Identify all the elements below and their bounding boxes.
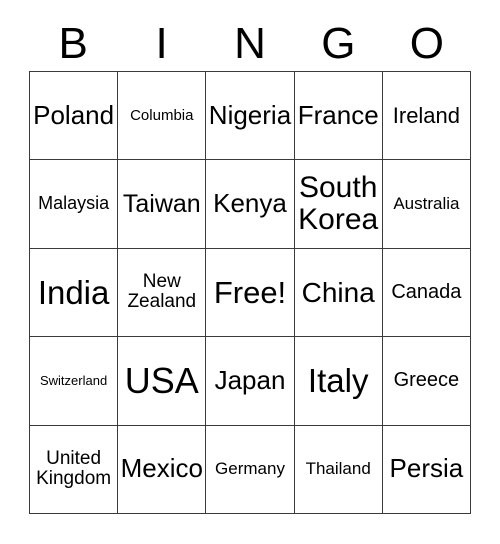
bingo-cell[interactable]: Kenya (206, 160, 295, 249)
bingo-grid: Poland Columbia Nigeria France Ireland Malays… (29, 71, 471, 514)
bingo-cell[interactable]: Poland (30, 72, 119, 161)
bingo-free-cell[interactable]: Free! (206, 248, 295, 338)
bingo-cell-label: Kenya (213, 188, 287, 219)
bingo-cell[interactable]: Canada (382, 248, 471, 338)
bingo-column-letter-i: I (155, 18, 168, 68)
bingo-cell-label: Japan (214, 364, 286, 395)
bingo-column-letter-o: O (409, 18, 444, 68)
bingo-cell-label: France (297, 99, 379, 130)
bingo-cell-label: Poland (33, 99, 115, 130)
bingo-cell-label: Ireland (392, 102, 461, 128)
bingo-column-letter-b: B (58, 18, 88, 68)
bingo-cell[interactable]: United Kingdom (30, 425, 119, 514)
bingo-cell-label: China (301, 276, 375, 308)
bingo-cell[interactable]: South Korea (294, 160, 383, 249)
bingo-cell-label: Australia (393, 194, 460, 213)
bingo-cell-label: Malaysia (38, 193, 110, 214)
bingo-cell[interactable]: Japan (206, 337, 295, 426)
bingo-cell-label: Greece (393, 369, 460, 392)
bingo-cell-label: Italy (307, 362, 369, 400)
bingo-column-letter-g: G (321, 18, 356, 68)
bingo-cell[interactable]: France (294, 72, 383, 161)
bingo-cell[interactable]: Nigeria (206, 72, 295, 161)
bingo-cell[interactable]: USA (118, 337, 207, 426)
bingo-cell-label: South Korea (298, 171, 379, 237)
bingo-cell-label: Persia (389, 453, 464, 484)
bingo-cell[interactable]: India (30, 248, 119, 338)
bingo-cell[interactable]: Switzerland (30, 337, 119, 426)
bingo-cell[interactable]: Malaysia (30, 160, 119, 249)
bingo-card: B I N G O Poland Columbia Nigeria France Ireland… (0, 0, 500, 544)
bingo-cell-label: Columbia (130, 106, 194, 124)
bingo-cell[interactable]: Italy (294, 337, 383, 426)
bingo-cell-label: Switzerland (39, 372, 108, 388)
bingo-cell-label: Mexico (120, 453, 203, 484)
bingo-cell-label: Taiwan (122, 189, 201, 218)
bingo-cell[interactable]: Mexico (118, 425, 207, 514)
bingo-cell[interactable]: Germany (206, 425, 295, 514)
bingo-cell[interactable]: Columbia (118, 72, 207, 161)
bingo-cell[interactable]: Ireland (382, 72, 471, 161)
bingo-cell[interactable]: Greece (382, 337, 471, 426)
bingo-cell-label: United Kingdom (36, 447, 112, 490)
bingo-cell-label: Nigeria (208, 99, 292, 130)
bingo-cell-label: Free! (213, 274, 287, 310)
bingo-column-letter-n: N (234, 18, 266, 68)
bingo-cell-label: Thailand (305, 459, 371, 479)
bingo-cell[interactable]: Taiwan (118, 160, 207, 249)
bingo-cell-label: India (37, 273, 110, 311)
bingo-cell-label: Canada (391, 280, 462, 303)
bingo-cell[interactable]: Australia (382, 160, 471, 249)
bingo-cell-label: New Zealand (127, 271, 197, 313)
bingo-cell[interactable]: Persia (382, 425, 471, 514)
bingo-cell-label: USA (124, 359, 199, 401)
bingo-cell[interactable]: Thailand (294, 425, 383, 514)
bingo-cell-label: Germany (215, 459, 285, 479)
bingo-header: BINGO (29, 16, 471, 71)
bingo-cell[interactable]: China (294, 248, 383, 338)
bingo-cell[interactable]: New Zealand (118, 248, 207, 338)
